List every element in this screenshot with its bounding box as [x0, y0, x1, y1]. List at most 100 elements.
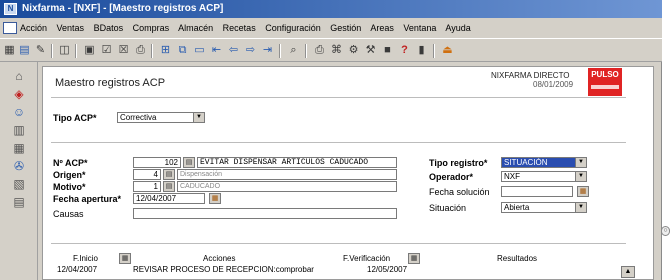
next-record-icon[interactable]: ⇨: [243, 43, 258, 58]
menu-areas[interactable]: Areas: [370, 23, 394, 33]
grid-header-inicio[interactable]: F.Inicio: [73, 253, 98, 265]
grid-header-acciones[interactable]: Acciones: [203, 253, 235, 265]
list-icon[interactable]: ▤: [17, 43, 32, 58]
document-icon[interactable]: [3, 22, 17, 34]
calculator-icon[interactable]: ▮: [414, 43, 429, 58]
orders-icon[interactable]: ▧: [11, 176, 27, 192]
paste-icon[interactable]: ▭: [192, 43, 207, 58]
current-date: 08/01/2009: [533, 80, 574, 89]
header-divider: [51, 97, 626, 98]
calendar-icon[interactable]: ▦: [577, 186, 589, 197]
origen-desc: Dispensación: [177, 169, 397, 180]
section-divider: [51, 243, 626, 244]
menu-almacen[interactable]: Almacén: [178, 23, 213, 33]
previous-record-icon[interactable]: ⇦: [226, 43, 241, 58]
causas-field[interactable]: [133, 208, 397, 219]
lookup-icon[interactable]: ▤: [183, 157, 195, 168]
search-icon[interactable]: ⌕: [286, 43, 301, 58]
tools-icon[interactable]: ✇: [11, 158, 27, 174]
chevron-down-icon[interactable]: ▼: [193, 113, 204, 122]
chevron-down-icon[interactable]: ▼: [575, 172, 586, 181]
menu-gestion[interactable]: Gestión: [330, 23, 361, 33]
menu-recetas[interactable]: Recetas: [223, 23, 256, 33]
calendar-icon[interactable]: ▦: [119, 253, 131, 264]
copy-icon[interactable]: ⧉: [175, 43, 190, 58]
grid-cell-acciones[interactable]: REVISAR PROCESO DE RECEPCION:comprobar: [133, 265, 365, 275]
pulso-logo: PULSO: [588, 68, 622, 96]
home-icon[interactable]: ⌂: [11, 68, 27, 84]
menu-ventas[interactable]: Ventas: [57, 23, 85, 33]
stock-icon[interactable]: ▦: [11, 140, 27, 156]
causas-label: Causas: [53, 209, 84, 219]
grid-cell-resultados[interactable]: [423, 265, 613, 275]
tipo-acp-label: Tipo ACP*: [53, 113, 97, 123]
tipo-registro-select[interactable]: SITUACIÓN ▼: [501, 157, 587, 168]
operador-select[interactable]: NXF ▼: [501, 171, 587, 182]
situacion-select[interactable]: Abierta ▼: [501, 202, 587, 213]
lookup-icon[interactable]: ▤: [163, 169, 175, 180]
info-icon[interactable]: ◫: [57, 43, 72, 58]
company-name: NIXFARMA DIRECTO: [491, 71, 570, 80]
logo-bar: [591, 85, 619, 89]
fecha-apertura-field[interactable]: 12/04/2007: [133, 193, 205, 204]
check-icon[interactable]: ☑: [99, 43, 114, 58]
sales-icon[interactable]: ◈: [11, 86, 27, 102]
fecha-solucion-label: Fecha solución: [429, 187, 490, 197]
title-bar: N Nixfarma - [NXF] - [Maestro registros …: [0, 0, 662, 18]
preview-icon[interactable]: ⌘: [329, 43, 344, 58]
motivo-field[interactable]: 1: [133, 181, 161, 192]
printer-icon[interactable]: ⎙: [312, 43, 327, 58]
grid-header-verificacion[interactable]: F.Verificación: [343, 253, 390, 265]
motivo-label: Motivo*: [53, 182, 86, 192]
settings-icon[interactable]: ⚙: [346, 43, 361, 58]
menu-bdatos[interactable]: BDatos: [94, 23, 124, 33]
circle-icon: ○: [661, 226, 670, 236]
application-window: N Nixfarma - [NXF] - [Maestro registros …: [0, 0, 662, 280]
save-icon[interactable]: ▣: [82, 43, 97, 58]
tipo-acp-select[interactable]: Correctiva ▼: [117, 112, 205, 123]
chart-icon[interactable]: ▥: [11, 122, 27, 138]
users-icon[interactable]: ☺: [11, 104, 27, 120]
menu-accion[interactable]: Acción: [20, 23, 47, 33]
delete-icon[interactable]: ☒: [116, 43, 131, 58]
toolbar-separator: [51, 44, 53, 58]
sidebar: ⌂ ◈ ☺ ▥ ▦ ✇ ▧ ▤: [0, 62, 38, 280]
menu-compras[interactable]: Compras: [133, 23, 170, 33]
form-panel: Maestro registros ACP NIXFARMA DIRECTO 0…: [42, 66, 654, 280]
new-record-icon[interactable]: ⊞: [158, 43, 173, 58]
stop-icon[interactable]: ■: [380, 43, 395, 58]
situacion-label: Situación: [429, 203, 467, 213]
toolbar-separator: [279, 44, 281, 58]
tools-icon[interactable]: ⚒: [363, 43, 378, 58]
chevron-down-icon[interactable]: ▼: [575, 203, 586, 212]
n-acp-field[interactable]: 102: [133, 157, 181, 168]
menu-configuracion[interactable]: Configuración: [265, 23, 321, 33]
operador-value: NXF: [504, 172, 520, 181]
calendar-icon[interactable]: ▦: [408, 253, 420, 264]
grid-cell-verificacion[interactable]: 12/05/2007: [367, 265, 417, 275]
grid-icon[interactable]: ▦: [2, 43, 17, 58]
menu-ventana[interactable]: Ventana: [403, 23, 436, 33]
help-icon[interactable]: ?: [397, 43, 412, 58]
scroll-up-icon[interactable]: ▲: [621, 266, 635, 278]
origen-label: Origen*: [53, 170, 86, 180]
print-icon[interactable]: ⎙: [133, 43, 148, 58]
origen-field[interactable]: 4: [133, 169, 161, 180]
last-record-icon[interactable]: ⇥: [260, 43, 275, 58]
operador-label: Operador*: [429, 172, 474, 182]
chevron-down-icon[interactable]: ▼: [575, 158, 586, 167]
right-gutter: [662, 0, 670, 280]
calendar-icon[interactable]: ▦: [209, 193, 221, 204]
n-acp-title-field[interactable]: EVITAR DISPENSAR ARTICULOS CADUCADO: [197, 157, 397, 168]
toolbar-separator: [151, 44, 153, 58]
lookup-icon[interactable]: ▤: [163, 181, 175, 192]
edit-icon[interactable]: ✎: [33, 43, 48, 58]
grid-header-resultados[interactable]: Resultados: [497, 253, 537, 265]
fecha-solucion-field[interactable]: [501, 186, 573, 197]
tipo-acp-value: Correctiva: [120, 113, 157, 122]
first-record-icon[interactable]: ⇤: [209, 43, 224, 58]
grid-cell-inicio[interactable]: 12/04/2007: [57, 265, 117, 275]
reports-icon[interactable]: ▤: [11, 194, 27, 210]
exit-icon[interactable]: ⏏: [440, 43, 455, 58]
menu-ayuda[interactable]: Ayuda: [445, 23, 470, 33]
